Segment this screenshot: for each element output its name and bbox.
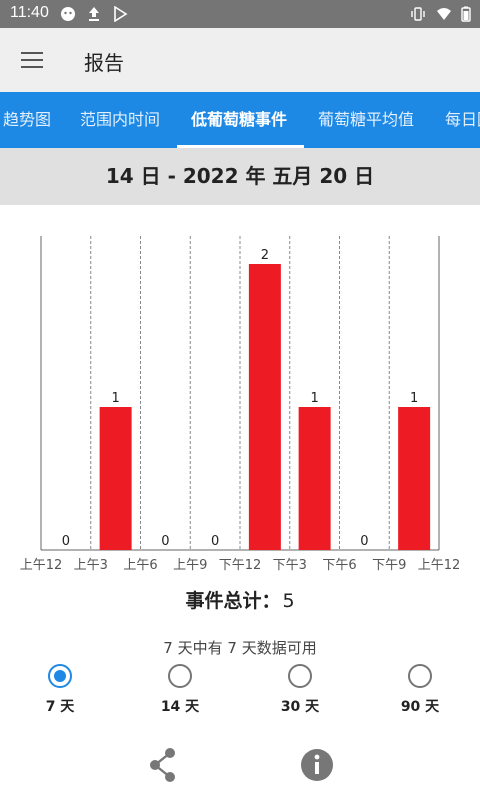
chart-x-tick-label: 上午12 xyxy=(418,558,461,573)
date-range: 14 日 - 2022 年 五月 20 日 xyxy=(0,148,480,205)
tab-low-glucose-events[interactable]: 低葡萄糖事件 xyxy=(191,92,287,148)
chart-value-label: 0 xyxy=(360,534,368,549)
range-label-30-days: 30 天 xyxy=(280,699,320,715)
tab-trend[interactable]: 趋势图 xyxy=(3,92,51,148)
chart-x-tick-label: 上午9 xyxy=(173,558,207,573)
wifi-icon xyxy=(437,8,451,20)
upload-icon xyxy=(89,7,99,21)
battery-icon xyxy=(461,6,471,22)
low-glucose-events-chart: 0 1 0 0 2 1 0 1 上午12 上午3 上午6 上午9 下午12 下午3 下午6 下午9 上午12 xyxy=(20,236,461,573)
vibrate-icon xyxy=(411,7,425,21)
range-option-30-days[interactable]: 30 天 xyxy=(260,660,340,716)
chart-bar xyxy=(398,407,431,550)
chart-x-tick-label: 下午3 xyxy=(273,558,307,573)
event-total-label: 事件总计： xyxy=(185,590,281,612)
chart-value-label: 0 xyxy=(161,534,169,549)
chart-bar xyxy=(99,407,132,550)
range-label-90-days: 90 天 xyxy=(400,699,440,715)
play-store-icon xyxy=(114,6,128,22)
hamburger-menu-icon xyxy=(21,52,43,54)
range-label-14-days: 14 天 xyxy=(160,699,200,715)
chart-x-tick-label: 上午12 xyxy=(20,558,63,573)
status-bar: 11:40 xyxy=(0,0,480,28)
range-option-14-days[interactable]: 14 天 xyxy=(140,660,220,716)
chart-value-label: 2 xyxy=(261,248,269,263)
status-time: 11:40 xyxy=(10,4,49,21)
chart-x-tick-label: 下午6 xyxy=(322,558,356,573)
tab-time-in-range[interactable]: 范围内时间 xyxy=(80,92,160,148)
chart-value-label: 1 xyxy=(410,391,418,406)
info-icon[interactable] xyxy=(297,745,337,785)
chart-x-tick-label: 上午3 xyxy=(74,558,108,573)
chart-value-label: 1 xyxy=(310,391,318,406)
chart-x-tick-label: 下午9 xyxy=(372,558,406,573)
chart-x-tick-label: 上午6 xyxy=(123,558,157,573)
tab-bar: 趋势图 范围内时间 低葡萄糖事件 葡萄糖平均值 每日图 xyxy=(0,92,480,148)
event-total: 事件总计： 5 xyxy=(0,586,480,613)
chart-value-label: 0 xyxy=(211,534,219,549)
range-option-7-days[interactable]: 7 天 xyxy=(20,660,100,716)
app-bar: 报告 xyxy=(0,28,480,92)
event-total-value: 5 xyxy=(282,590,295,612)
radio-90-days[interactable] xyxy=(408,664,432,688)
chart-bar xyxy=(298,407,331,550)
radio-30-days[interactable] xyxy=(288,664,312,688)
notification-face-icon xyxy=(61,7,75,21)
page-title: 报告 xyxy=(84,51,124,75)
radio-14-days[interactable] xyxy=(168,664,192,688)
tab-daily-graph[interactable]: 每日图 xyxy=(445,92,480,148)
chart-bar xyxy=(248,264,281,550)
tab-average-glucose[interactable]: 葡萄糖平均值 xyxy=(318,92,414,148)
chart-x-tick-label: 下午12 xyxy=(219,558,262,573)
range-option-90-days[interactable]: 90 天 xyxy=(380,660,460,716)
data-availability-text: 7 天中有 7 天数据可用 xyxy=(163,639,317,657)
radio-7-days[interactable] xyxy=(48,664,72,688)
share-icon[interactable] xyxy=(143,745,183,785)
menu-button[interactable] xyxy=(14,44,50,76)
chart-value-label: 1 xyxy=(111,391,119,406)
chart-value-label: 0 xyxy=(62,534,70,549)
range-label-7-days: 7 天 xyxy=(45,699,75,715)
